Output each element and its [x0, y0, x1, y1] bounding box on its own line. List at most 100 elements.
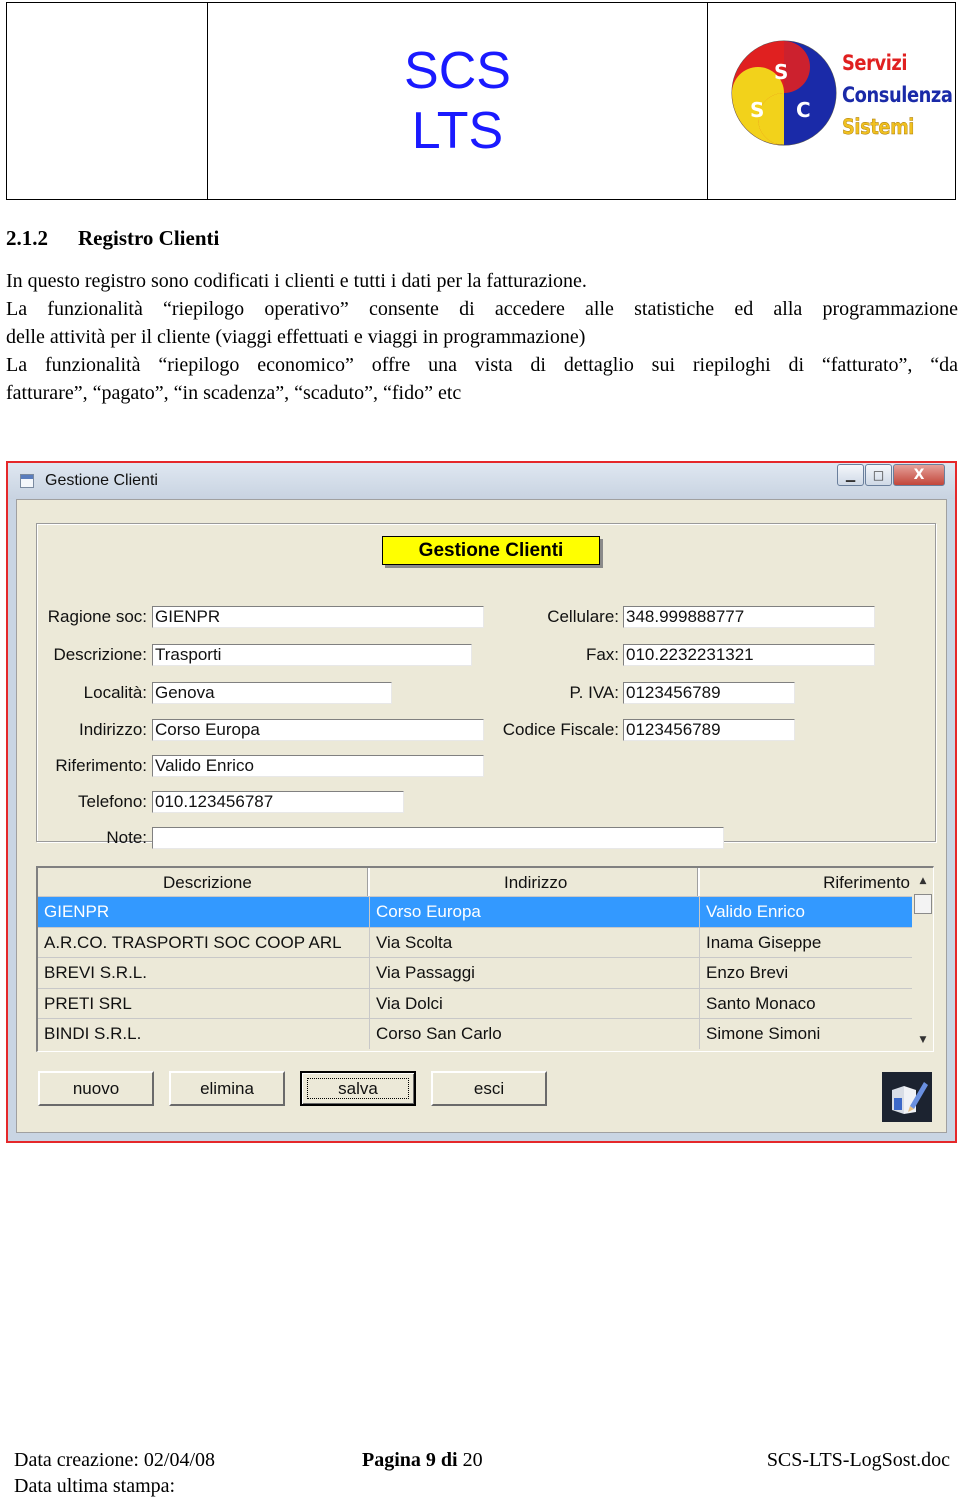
footer-page-current: 9 [425, 1449, 436, 1471]
logo-word-sistemi: Sistemi [842, 115, 915, 139]
cell-descrizione: A.R.CO. TRASPORTI SOC COOP ARL [38, 927, 370, 958]
footer-last-print: Data ultima stampa: [14, 1475, 176, 1497]
piva-field[interactable]: 0123456789 [623, 682, 795, 704]
cell-riferimento: Valido Enrico [706, 902, 805, 921]
company-logo-icon: S S C [731, 40, 837, 146]
window-title: Gestione Clienti [45, 472, 158, 489]
header-logo-cell: S S C Servizi Consulenza Sistemi [708, 3, 955, 199]
cell-indirizzo: Via Passaggi [370, 958, 700, 988]
minimize-icon[interactable]: ▁ [837, 464, 864, 486]
paragraph-intro: In questo registro sono codificati i cli… [6, 267, 958, 295]
cell-descrizione: PRETI SRL [38, 988, 370, 1019]
descrizione-field[interactable]: Trasporti [152, 644, 472, 666]
svg-text:C: C [796, 98, 811, 122]
column-header-riferimento[interactable]: Riferimento [700, 868, 912, 896]
paragraph-economico-line1: La funzionalità “riepilogo economico” of… [6, 354, 958, 376]
close-icon[interactable]: X [893, 464, 945, 486]
paragraph-operativo-line1: La funzionalità “riepilogo operativo” co… [6, 298, 958, 320]
header-title-line1: SCS [404, 42, 511, 100]
report-tool-icon[interactable] [882, 1072, 932, 1122]
fax-field[interactable]: 010.2232231321 [623, 644, 875, 666]
label-codice-fiscale: Codice Fiscale: [502, 720, 619, 739]
elimina-button-label: elimina [200, 1079, 254, 1098]
footer-page-label: Pagina [362, 1449, 421, 1471]
ragione-soc-field[interactable]: GIENPR [152, 606, 484, 628]
cell-riferimento: Inama Giseppe [706, 932, 822, 952]
esci-button-label: esci [473, 1079, 505, 1098]
client-form-group: Gestione Clienti Ragione soc: GIENPR Des… [36, 523, 936, 849]
cell-riferimento: Simone Simoni [706, 1024, 821, 1044]
footer-filename: SCS-LTS-LogSost.doc [766, 1449, 950, 1471]
window-client-area: Gestione Clienti Ragione soc: GIENPR Des… [16, 499, 947, 1133]
column-header-descrizione[interactable]: Descrizione [38, 868, 370, 896]
label-fax: Fax: [585, 645, 619, 664]
nuovo-button-label: nuovo [72, 1079, 120, 1098]
cell-riferimento: Enzo Brevi [706, 963, 789, 983]
logo-word-servizi: Servizi [842, 51, 908, 75]
cell-indirizzo: Via Scolta [370, 927, 700, 958]
table-row[interactable]: PRETI SRL Via Dolci Santo Monaco [38, 987, 912, 1019]
scroll-down-icon[interactable]: ▼ [913, 1031, 933, 1049]
salva-button-label: salva [307, 1078, 409, 1099]
label-ragione-soc: Ragione soc: [47, 607, 147, 626]
paragraph-economico-line2: fatturare”, “pagato”, “in scadenza”, “sc… [6, 382, 462, 404]
section-title: Registro Clienti [78, 226, 220, 250]
table-row[interactable]: BREVI S.R.L. Via Passaggi Enzo Brevi [38, 957, 912, 988]
document-header-table: SCS LTS S S C Servizi Consulenza Sistemi [6, 2, 956, 200]
section-heading: 2.1.2 Registro Clienti [6, 226, 219, 251]
scroll-thumb[interactable] [914, 894, 932, 914]
window-titlebar[interactable]: Gestione Clienti ▁ □ X [8, 463, 955, 499]
cell-riferimento: Santo Monaco [706, 993, 816, 1013]
svg-text:S: S [774, 60, 788, 84]
paragraph-riepilogo-operativo: La funzionalità “riepilogo operativo” co… [6, 295, 958, 351]
section-number: 2.1.2 [6, 226, 48, 250]
label-telefono: Telefono: [78, 792, 147, 811]
elimina-button[interactable]: elimina [169, 1071, 285, 1106]
cell-indirizzo: Via Dolci [370, 988, 700, 1019]
maximize-icon[interactable]: □ [865, 464, 892, 486]
esci-button[interactable]: esci [431, 1071, 547, 1106]
cell-descrizione: BINDI S.R.L. [38, 1019, 370, 1049]
codice-fiscale-field[interactable]: 0123456789 [623, 719, 795, 741]
window-controls: ▁ □ X [836, 464, 945, 486]
label-piva: P. IVA: [569, 683, 619, 702]
telefono-field[interactable]: 010.123456787 [152, 791, 404, 813]
note-field[interactable] [152, 827, 724, 849]
clienti-grid: Descrizione Indirizzo Riferimento GIENPR… [36, 866, 934, 1052]
gestione-clienti-window: Gestione Clienti ▁ □ X Gestione Clienti … [6, 461, 957, 1143]
table-row[interactable]: A.R.CO. TRASPORTI SOC COOP ARL Via Scolt… [38, 926, 912, 958]
column-header-indirizzo[interactable]: Indirizzo [370, 868, 700, 896]
scroll-up-icon[interactable]: ▲ [913, 872, 933, 890]
table-row[interactable]: BINDI S.R.L. Corso San Carlo Simone Simo… [38, 1018, 912, 1049]
salva-button[interactable]: salva [300, 1071, 416, 1106]
footer-page-of: di [440, 1449, 458, 1471]
grid-body: GIENPR Corso Europa Valido Enrico A.R.CO… [38, 896, 912, 1049]
paragraph-intro-text: In questo registro sono codificati i cli… [6, 270, 587, 292]
paragraph-riepilogo-economico: La funzionalità “riepilogo economico” of… [6, 351, 958, 407]
logo-wordmark: Servizi Consulenza Sistemi [842, 47, 960, 143]
grid-header: Descrizione Indirizzo Riferimento [38, 868, 912, 896]
cell-indirizzo: Corso Europa [370, 897, 700, 927]
window-app-icon [20, 474, 34, 488]
footer-page-total: 20 [462, 1449, 483, 1471]
localita-field[interactable]: Genova [152, 682, 392, 704]
grid-vertical-scrollbar[interactable]: ▲ ▼ [913, 868, 933, 1051]
cell-indirizzo: Corso San Carlo [370, 1019, 700, 1049]
header-title-cell: SCS LTS [208, 3, 708, 199]
footer-creation-date: Data creazione: 02/04/08 [14, 1449, 216, 1471]
cellulare-field[interactable]: 348.999888777 [623, 606, 875, 628]
indirizzo-field[interactable]: Corso Europa [152, 719, 484, 741]
label-indirizzo: Indirizzo: [78, 720, 147, 739]
cell-descrizione: GIENPR [38, 897, 370, 927]
riferimento-field[interactable]: Valido Enrico [152, 755, 484, 777]
header-empty-cell [7, 3, 208, 199]
logo-word-consulenza: Consulenza [842, 83, 953, 107]
cell-descrizione: BREVI S.R.L. [38, 958, 370, 988]
nuovo-button[interactable]: nuovo [38, 1071, 154, 1106]
header-title-line2: LTS [411, 102, 504, 160]
label-riferimento: Riferimento: [55, 756, 147, 775]
svg-text:S: S [750, 98, 764, 122]
form-banner-title: Gestione Clienti [382, 536, 600, 565]
table-row[interactable]: GIENPR Corso Europa Valido Enrico [38, 896, 912, 927]
label-note: Note: [106, 828, 147, 847]
